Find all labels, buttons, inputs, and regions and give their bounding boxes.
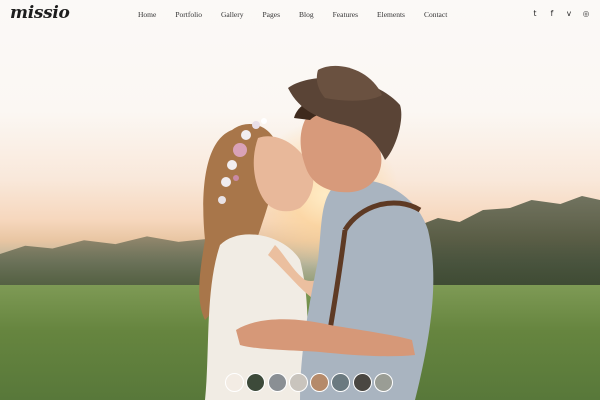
instagram-icon[interactable]: ◎ [582, 9, 590, 18]
hero-photo [0, 0, 600, 400]
site-header: missio Home Portfolio Gallery Pages Blog… [0, 0, 600, 30]
twitter-icon[interactable]: t [531, 9, 539, 18]
nav-features[interactable]: Features [333, 10, 358, 19]
man-shirt [300, 180, 434, 400]
slider-thumb[interactable] [374, 373, 394, 392]
nav-gallery[interactable]: Gallery [221, 10, 244, 19]
couple-illustration [199, 65, 434, 400]
nav-portfolio[interactable]: Portfolio [175, 10, 202, 19]
nav-blog[interactable]: Blog [299, 10, 314, 19]
slider-thumb[interactable] [225, 373, 244, 392]
slider-thumb[interactable] [352, 373, 372, 392]
site-logo[interactable]: missio [10, 3, 70, 23]
slider-thumb[interactable] [267, 373, 287, 392]
nav-contact[interactable]: Contact [424, 10, 447, 19]
slider-thumbnails [225, 373, 394, 392]
slider-thumb[interactable] [288, 373, 308, 392]
slider-thumb[interactable] [331, 373, 351, 392]
slider-thumb[interactable] [246, 373, 266, 392]
slider-thumb[interactable] [310, 373, 330, 392]
nav-pages[interactable]: Pages [263, 10, 281, 19]
man-hat-crown [316, 65, 382, 101]
main-nav: Home Portfolio Gallery Pages Blog Featur… [138, 10, 447, 19]
nav-home[interactable]: Home [138, 10, 156, 19]
vimeo-icon[interactable]: v [565, 9, 573, 18]
nav-elements[interactable]: Elements [377, 10, 405, 19]
social-links: t f v ◎ [531, 9, 590, 18]
facebook-icon[interactable]: f [548, 9, 556, 18]
